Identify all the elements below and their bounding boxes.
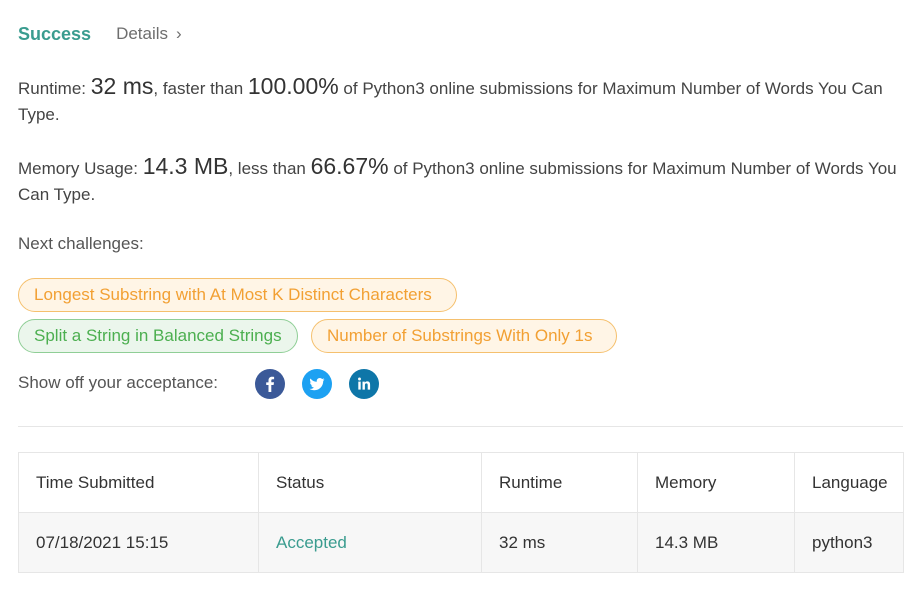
cell-time: 07/18/2021 15:15 <box>18 512 259 573</box>
runtime-percent: 100.00% <box>247 73 339 99</box>
chevron-right-icon: › <box>176 24 182 43</box>
submissions-table: Time Submitted Status Runtime Memory Lan… <box>18 452 904 573</box>
linkedin-icon[interactable] <box>349 369 379 399</box>
memory-middle-text: , less than <box>228 159 311 178</box>
details-link[interactable]: Details › <box>116 24 182 44</box>
share-label: Show off your acceptance: <box>18 373 219 392</box>
submission-result-page: Success Details › Runtime: 32 ms, faster… <box>0 0 913 602</box>
facebook-icon[interactable] <box>255 369 285 399</box>
memory-percent: 66.67% <box>310 153 389 179</box>
column-header-language: Language <box>794 452 904 513</box>
cell-runtime: 32 ms <box>481 512 638 573</box>
challenge-chip[interactable]: Longest Substring with At Most K Distinc… <box>18 278 457 312</box>
cell-memory: 14.3 MB <box>637 512 795 573</box>
section-divider <box>18 426 903 427</box>
column-header-memory: Memory <box>637 452 795 513</box>
memory-value: 14.3 MB <box>142 153 229 179</box>
runtime-stat: Runtime: 32 ms, faster than 100.00% of P… <box>18 73 898 128</box>
challenge-chip[interactable]: Split a String in Balanced Strings <box>18 319 298 353</box>
column-header-status: Status <box>258 452 482 513</box>
status-accepted-link[interactable]: Accepted <box>258 512 482 573</box>
result-header: Success Details › <box>18 22 182 46</box>
column-header-time: Time Submitted <box>18 452 259 513</box>
runtime-middle-text: , faster than <box>153 79 248 98</box>
twitter-icon[interactable] <box>302 369 332 399</box>
challenge-chip[interactable]: Number of Substrings With Only 1s <box>311 319 617 353</box>
cell-language: python3 <box>794 512 904 573</box>
memory-label: Memory Usage: <box>18 159 143 178</box>
runtime-label: Runtime: <box>18 79 91 98</box>
next-challenges-label: Next challenges: <box>18 234 144 253</box>
table-row: 07/18/2021 15:15 Accepted 32 ms 14.3 MB … <box>18 512 904 573</box>
status-success: Success <box>18 23 92 44</box>
column-header-runtime: Runtime <box>481 452 638 513</box>
table-header-row: Time Submitted Status Runtime Memory Lan… <box>18 452 904 513</box>
details-label: Details <box>116 24 169 43</box>
memory-stat: Memory Usage: 14.3 MB, less than 66.67% … <box>18 153 898 208</box>
runtime-value: 32 ms <box>90 73 154 99</box>
